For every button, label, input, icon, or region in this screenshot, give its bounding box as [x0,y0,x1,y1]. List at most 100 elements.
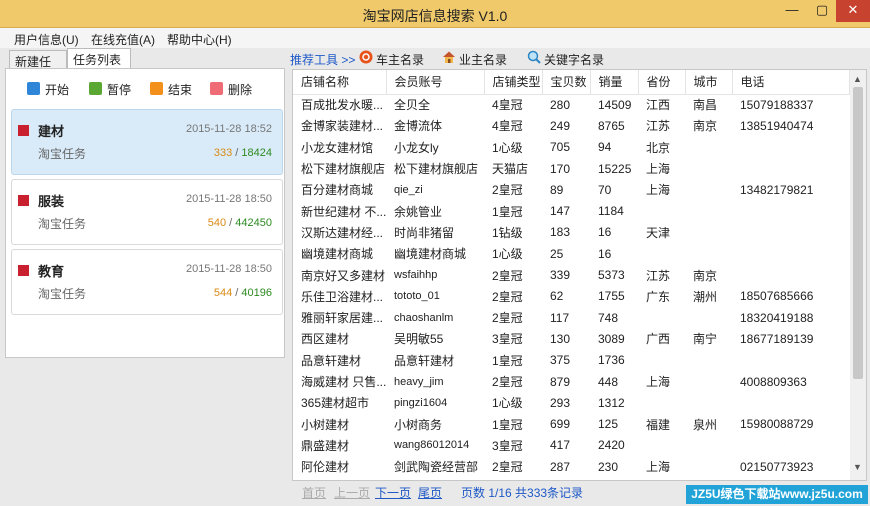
task-card[interactable]: 服装 2015-11-28 18:50 淘宝任务 540 / 442450 [11,179,283,245]
table-cell [685,371,732,392]
title-bar: 淘宝网店信息搜索 V1.0 — ▢ ✕ [0,0,870,28]
delete-button[interactable]: 删除 [210,81,252,97]
table-row[interactable]: 松下建材旗舰店 松下建材旗舰店 天猫店 170 15225 上海 [293,158,849,179]
column-header[interactable]: 店铺名称 [293,70,387,95]
table-cell: wang86012014 [394,439,470,452]
task-total-count: 442450 [235,217,272,229]
car-owner-link[interactable]: 车主名录 [376,51,424,68]
table-cell: 南宁 [693,332,718,347]
menu-user-info[interactable]: 用户信息(U) [14,31,79,48]
maximize-button[interactable]: ▢ [808,0,836,22]
minimize-button[interactable]: — [777,0,807,22]
table-row[interactable]: 小树建材 小树商务 1皇冠 699 125 福建 泉州 15980088729 [293,413,849,434]
table-cell [685,158,732,179]
task-done-count: 544 [213,287,233,299]
table-cell: wsfaihhp [394,269,438,282]
table-row[interactable]: 海威建材 只售... heavy_jim 2皇冠 879 448 上海 4008809363 [293,371,849,392]
business-owner-link[interactable]: 业主名录 [459,51,507,68]
table-cell: 乐佳卫浴建材... [301,289,384,304]
table-cell: 江苏 [646,268,671,283]
table-cell [732,137,849,158]
table-cell: 2皇冠 [492,311,523,326]
prev-page-link[interactable]: 上一页 [334,484,370,501]
task-marker-icon [18,265,29,276]
table-row[interactable]: 品意轩建材 品意轩建材 1皇冠 375 1736 [293,350,849,371]
menu-help[interactable]: 帮助中心(H) [167,31,232,48]
pause-button[interactable]: 暂停 [89,81,131,97]
column-header[interactable]: 省份 [638,70,686,95]
site-watermark: JZ5U绿色下载站www.jz5u.com [686,485,868,504]
table-cell [732,243,849,264]
task-total-count: 40196 [241,287,272,299]
vertical-scrollbar[interactable]: ▲ ▼ [850,70,866,480]
table-row[interactable]: 新世纪建材 不... 余姚管业 1皇冠 147 1184 [293,200,849,221]
table-cell: 金博家装建材... [301,119,384,134]
start-label: 开始 [45,83,70,97]
table-cell: 1心级 [492,396,523,411]
column-header[interactable]: 销量 [590,70,639,95]
table-cell: 16 [598,246,612,261]
task-progress: 540 / 442450 [207,217,272,229]
menu-recharge[interactable]: 在线充值(A) [91,31,155,48]
task-card[interactable]: 建材 2015-11-28 18:52 淘宝任务 333 / 18424 [11,109,283,175]
column-header[interactable]: 会员账号 [386,70,485,95]
table-cell [685,222,732,243]
table-cell: 249 [550,118,571,133]
recommend-toolbar: 推荐工具 >> 车主名录 业主名录 关键字名录 [290,48,870,68]
column-header[interactable]: 店铺类型 [484,70,543,95]
table-cell [685,350,732,371]
delete-icon [210,82,223,95]
table-cell [732,350,849,371]
play-icon [27,82,40,95]
table-cell [638,350,685,371]
close-button[interactable]: ✕ [836,0,870,22]
table-row[interactable]: 鼎盛建材 wang86012014 3皇冠 417 2420 [293,435,849,456]
table-cell: 品意轩建材 [394,353,455,368]
table-header: 店铺名称 会员账号 店铺类型 宝贝数 销量 省份 城市 电话 [293,70,850,95]
table-row[interactable]: 幽境建材商城 幽境建材商城 1心级 25 16 [293,243,849,264]
next-page-link[interactable]: 下一页 [375,484,411,501]
table-row[interactable]: 金博家装建材... 金博流体 4皇冠 249 8765 江苏 南京 13851940474 [293,115,849,136]
table-row[interactable]: 365建材超市 pingzi1604 1心级 293 1312 [293,392,849,413]
tab-new-task[interactable]: 新建任务 [9,50,67,86]
scroll-down-icon[interactable]: ▼ [853,462,862,472]
table-row[interactable]: 百成批发水暖... 全贝全 4皇冠 280 14509 江西 南昌 15079188337 [293,94,849,115]
column-header[interactable]: 电话 [732,70,850,95]
table-cell: 25 [550,246,564,261]
column-header[interactable]: 城市 [685,70,733,95]
table-cell: 吴明敏55 [394,332,444,347]
table-row[interactable]: 汉斯达建材经... 时尚非猪留 1钻级 183 16 天津 [293,222,849,243]
table-row[interactable]: 百分建材商城 qie_zi 2皇冠 89 70 上海 13482179821 [293,179,849,200]
last-page-link[interactable]: 尾页 [418,484,442,501]
table-cell: 699 [550,417,571,432]
task-total-count: 18424 [241,147,272,159]
table-row[interactable]: 雅丽轩家居建... chaoshanlm 2皇冠 117 748 18320419188 [293,307,849,328]
table-cell: 18677189139 [740,331,814,346]
table-cell: 62 [550,289,564,304]
task-progress: 544 / 40196 [213,287,272,299]
table-cell: 13851940474 [740,118,814,133]
task-name: 建材 [38,124,65,139]
table-row[interactable]: 小龙女建材馆 小龙女ly 1心级 705 94 北京 [293,137,849,158]
table-cell: 金博流体 [394,119,443,134]
task-card[interactable]: 教育 2015-11-28 18:50 淘宝任务 544 / 40196 [11,249,283,315]
scroll-thumb[interactable] [853,87,863,379]
keyword-link[interactable]: 关键字名录 [544,51,604,68]
table-cell: 江苏 [646,119,671,134]
start-button[interactable]: 开始 [27,81,69,97]
table-row[interactable]: 乐佳卫浴建材... tototo_01 2皇冠 62 1755 广东 潮州 185076856… [293,286,849,307]
stop-label: 结束 [168,83,193,97]
car-owner-icon [359,50,373,64]
task-panel: 新建任务 任务列表 开始 暂停 结束 删除 建材 2015-1 [5,48,285,506]
house-icon [443,51,455,63]
column-header[interactable]: 宝贝数 [542,70,591,95]
table-cell: 潮州 [693,289,718,304]
stop-button[interactable]: 结束 [150,81,192,97]
table-row[interactable]: 南京好又多建材 wsfaihhp 2皇冠 339 5373 江苏 南京 [293,264,849,285]
table-row[interactable]: 阿伦建材 剑武陶瓷经营部 2皇冠 287 230 上海 02150773923 [293,456,849,477]
first-page-link[interactable]: 首页 [302,484,326,501]
task-marker-icon [18,195,29,206]
table-row[interactable]: 西区建材 吴明敏55 3皇冠 130 3089 广西 南宁 18677189139 [293,328,849,349]
tab-task-list[interactable]: 任务列表 [67,48,131,68]
scroll-up-icon[interactable]: ▲ [853,74,862,84]
